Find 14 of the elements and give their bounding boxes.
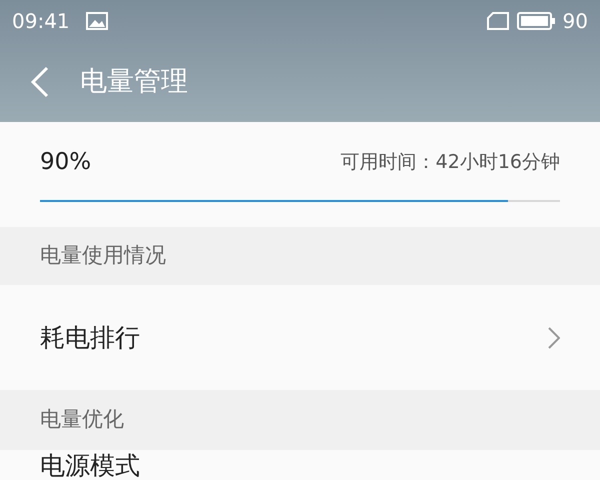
back-icon[interactable]	[30, 66, 50, 98]
remaining-time: 可用时间：42小时16分钟	[340, 150, 560, 175]
status-time: 09:41	[12, 8, 70, 35]
list-item[interactable]: 耗电排行	[0, 285, 600, 390]
page-title: 电量管理	[80, 64, 188, 99]
section-header: 电量使用情况	[40, 242, 166, 270]
section-header: 电量优化	[40, 406, 124, 434]
battery-icon	[516, 12, 555, 30]
sim-card-icon	[486, 12, 509, 30]
battery-percent: 90	[562, 8, 588, 35]
chevron-icon	[548, 326, 560, 348]
battery-level-text: 90%	[40, 148, 92, 177]
list-item[interactable]: 电源模式	[0, 450, 600, 480]
image-icon	[86, 12, 108, 30]
